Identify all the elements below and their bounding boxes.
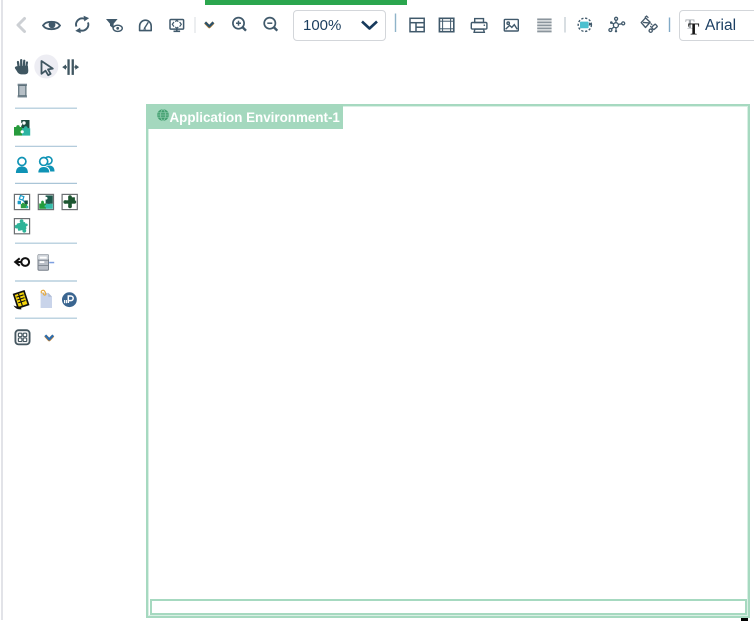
svg-text:T: T xyxy=(688,19,700,38)
